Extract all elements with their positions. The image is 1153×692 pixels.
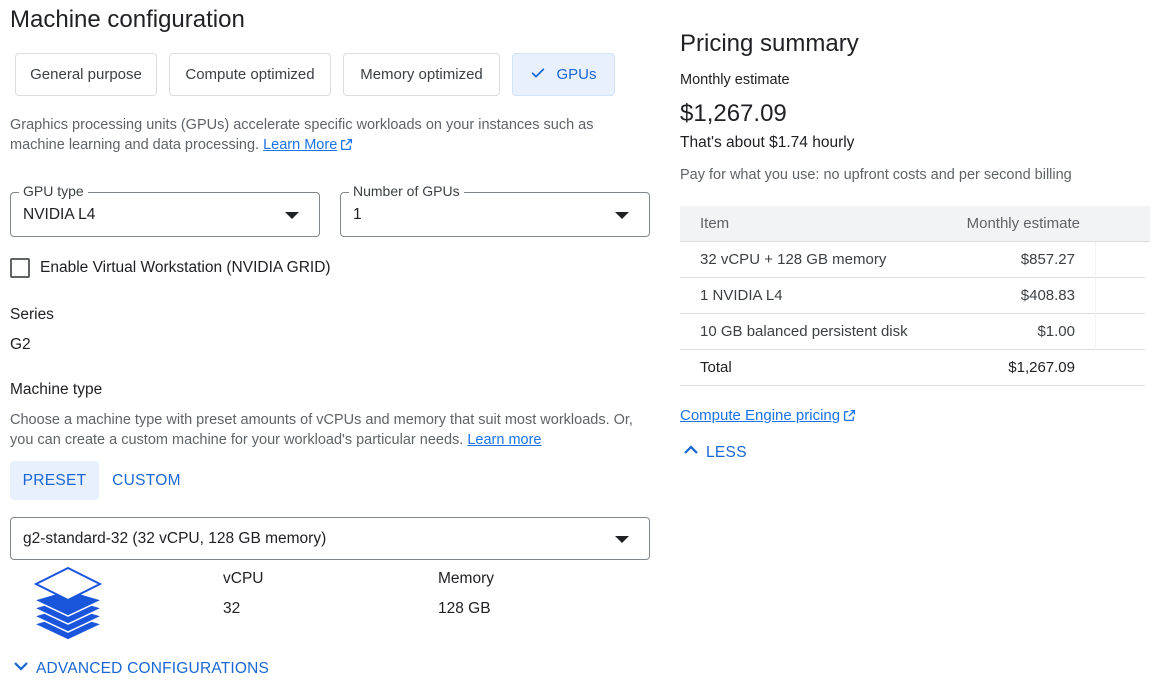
virtual-workstation-checkbox[interactable] [10, 258, 30, 278]
series-label: Series [10, 306, 54, 323]
table-row: 1 NVIDIA L4 $408.83 [680, 278, 1145, 314]
compute-engine-pricing: Compute Engine pricing [680, 407, 856, 426]
gpu-learn-more-link[interactable]: Learn More [263, 137, 337, 153]
pricing-amount: $1,267.09 [680, 100, 787, 127]
tab-label: General purpose [30, 66, 142, 83]
tab-gpus[interactable]: GPUs [512, 53, 615, 96]
less-label: LESS [706, 443, 747, 461]
table-header-row: Item Monthly estimate [680, 206, 1150, 242]
advanced-configurations-label: ADVANCED CONFIGURATIONS [36, 659, 270, 677]
pricing-hourly: That's about $1.74 hourly [680, 134, 855, 151]
tab-memory-optimized[interactable]: Memory optimized [343, 53, 500, 96]
less-toggle[interactable]: LESS [682, 441, 747, 464]
series-value: G2 [10, 336, 31, 353]
machine-type-select[interactable]: g2-standard-32 (32 vCPU, 128 GB memory) [10, 517, 650, 560]
row-item: 32 vCPU + 128 GB memory [700, 251, 887, 268]
tab-general-purpose[interactable]: General purpose [15, 53, 157, 96]
page-title: Machine configuration [10, 6, 245, 33]
machine-type-value: g2-standard-32 (32 vCPU, 128 GB memory) [23, 530, 327, 547]
dropdown-caret-icon [285, 212, 299, 219]
chevron-up-icon [682, 441, 706, 464]
table-row: 32 vCPU + 128 GB memory $857.27 [680, 242, 1145, 278]
dropdown-caret-icon [615, 212, 629, 219]
table-header-estimate: Monthly estimate [966, 215, 1080, 232]
gpu-type-select[interactable]: GPU type NVIDIA L4 [10, 183, 320, 237]
chevron-down-icon [12, 657, 36, 680]
pricing-note: Pay for what you use: no upfront costs a… [680, 167, 1072, 183]
pricing-subtitle: Monthly estimate [680, 72, 790, 88]
pricing-title: Pricing summary [680, 30, 859, 57]
table-total-row: Total $1,267.09 [680, 350, 1145, 386]
machine-type-learn-more-link[interactable]: Learn more [467, 432, 541, 448]
row-cost: $1.00 [1037, 323, 1075, 340]
advanced-configurations-toggle[interactable]: ADVANCED CONFIGURATIONS [12, 657, 269, 680]
table-header-item: Item [700, 215, 730, 232]
vcpu-label: vCPU [223, 570, 264, 587]
row-cost: $857.27 [1020, 251, 1075, 268]
external-link-icon [340, 137, 353, 157]
tab-compute-optimized[interactable]: Compute optimized [169, 53, 331, 96]
machine-type-description: Choose a machine type with preset amount… [10, 410, 640, 450]
memory-label: Memory [438, 570, 494, 587]
row-spacer [1095, 278, 1145, 314]
row-item: 1 NVIDIA L4 [700, 287, 783, 304]
check-icon [530, 65, 546, 85]
external-link-icon [843, 409, 856, 426]
gpu-count-label: Number of GPUs [349, 183, 464, 199]
dropdown-caret-icon [615, 536, 629, 543]
tab-label: Compute optimized [185, 66, 315, 83]
gpu-type-label: GPU type [19, 183, 88, 199]
row-spacer [1095, 314, 1145, 350]
vcpu-value: 32 [223, 600, 241, 617]
tab-label: GPUs [556, 66, 597, 83]
machine-type-mode-tabs: PRESET CUSTOM [10, 461, 194, 500]
machine-type-label: Machine type [10, 381, 103, 398]
compute-engine-pricing-link[interactable]: Compute Engine pricing [680, 407, 840, 424]
table-row: 10 GB balanced persistent disk $1.00 [680, 314, 1145, 350]
machine-family-tabs: General purpose Compute optimized Memory… [15, 53, 615, 96]
gpu-type-value: NVIDIA L4 [23, 206, 96, 223]
total-label: Total [700, 359, 732, 376]
gpu-description: Graphics processing units (GPUs) acceler… [10, 115, 640, 157]
row-item: 10 GB balanced persistent disk [700, 323, 908, 340]
memory-value: 128 GB [438, 600, 491, 617]
row-spacer [1095, 242, 1145, 278]
tab-custom[interactable]: CUSTOM [99, 461, 194, 500]
row-cost: $408.83 [1020, 287, 1075, 304]
virtual-workstation-row: Enable Virtual Workstation (NVIDIA GRID) [10, 258, 331, 278]
gpu-count-value: 1 [353, 206, 362, 223]
tab-preset[interactable]: PRESET [10, 461, 99, 500]
pricing-table: Item Monthly estimate 32 vCPU + 128 GB m… [680, 206, 1150, 386]
gpu-count-select[interactable]: Number of GPUs 1 [340, 183, 650, 237]
total-cost: $1,267.09 [1008, 359, 1075, 376]
machine-stack-icon [30, 566, 106, 647]
virtual-workstation-label: Enable Virtual Workstation (NVIDIA GRID) [40, 259, 331, 276]
tab-label: Memory optimized [360, 66, 483, 83]
